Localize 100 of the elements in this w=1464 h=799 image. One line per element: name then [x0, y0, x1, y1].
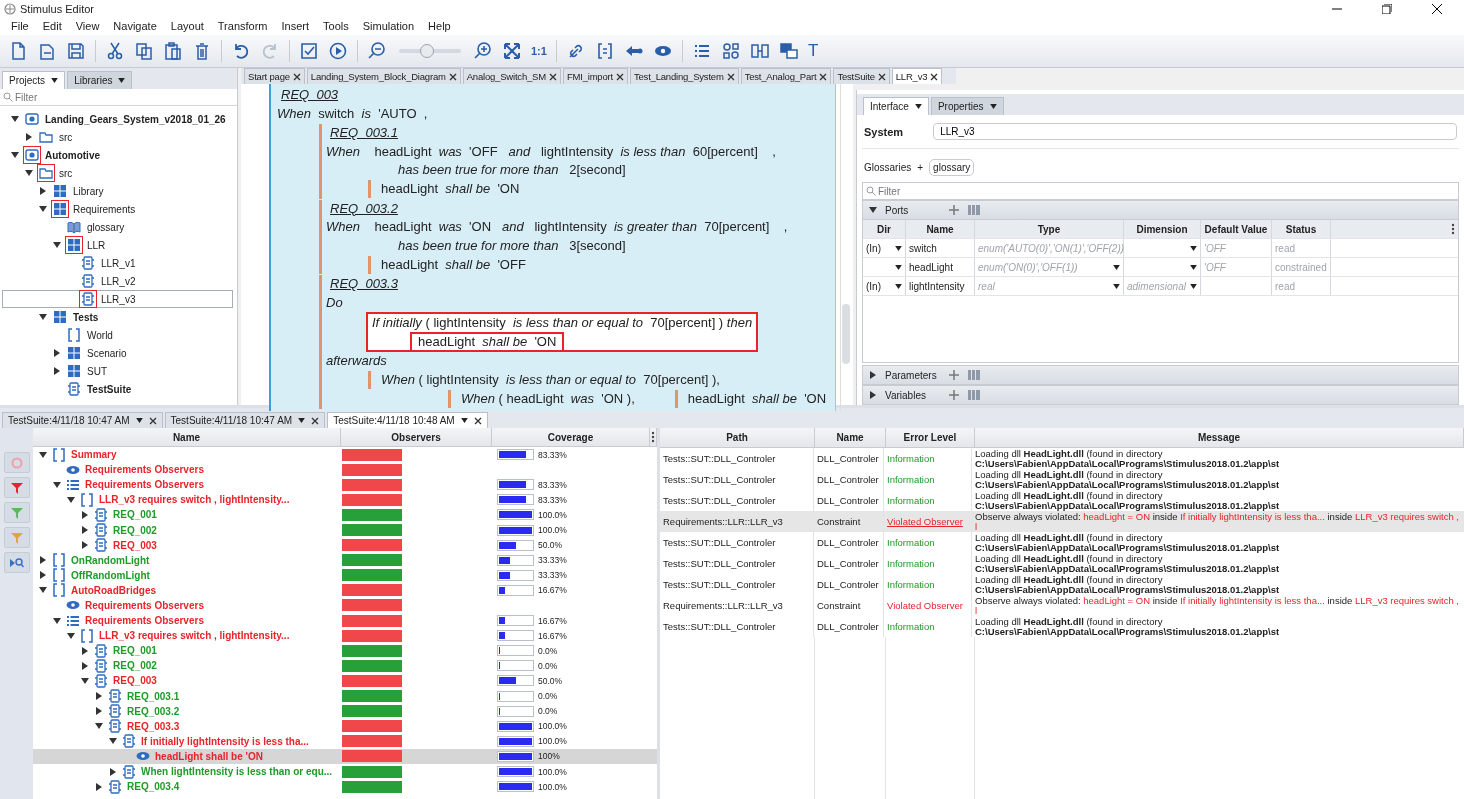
column-header[interactable]: Name — [815, 428, 886, 447]
zoom-out-icon[interactable] — [367, 41, 387, 61]
close-icon[interactable] — [615, 72, 624, 81]
expand-toggle[interactable] — [39, 205, 47, 213]
filter-field[interactable]: Filter — [0, 89, 237, 105]
column-header[interactable]: Name — [906, 220, 975, 238]
expand-toggle[interactable] — [53, 349, 61, 357]
expand-toggle[interactable] — [25, 169, 33, 177]
paste-icon[interactable] — [163, 41, 183, 61]
tree-row[interactable]: LLR_v2 — [2, 272, 233, 290]
expand-toggle[interactable] — [869, 206, 877, 214]
editor-tab[interactable]: FMI_import — [562, 68, 628, 84]
tree-row[interactable]: Library — [2, 182, 233, 200]
column-header[interactable]: Name — [33, 428, 341, 446]
zoom-in-icon[interactable] — [473, 41, 493, 61]
expand-toggle[interactable] — [95, 782, 103, 791]
menu-item[interactable]: Layout — [163, 20, 211, 32]
result-row[interactable]: REQ_003 50.0% — [33, 537, 657, 553]
column-header[interactable]: Status — [1272, 220, 1331, 238]
tree-row[interactable]: LLR_v3 — [2, 290, 233, 308]
text-tool-button[interactable]: T — [807, 41, 819, 61]
tree-row[interactable]: Scenario — [2, 344, 233, 362]
column-header[interactable]: Dir — [863, 220, 906, 238]
result-row[interactable]: REQ_003.3 100.0% — [33, 718, 657, 734]
fit-icon[interactable] — [502, 41, 522, 61]
checkbox-icon[interactable] — [299, 41, 319, 61]
column-header[interactable]: Dimension — [1124, 220, 1201, 238]
close-icon[interactable] — [726, 72, 735, 81]
panel-tab[interactable]: Properties — [930, 97, 1004, 115]
expand-toggle[interactable] — [81, 526, 89, 534]
close-icon[interactable] — [930, 72, 939, 81]
expand-toggle[interactable] — [81, 541, 89, 550]
copy-icon[interactable] — [134, 41, 154, 61]
save-icon[interactable] — [66, 41, 86, 61]
editor-tab[interactable]: Test_Landing_System — [629, 68, 739, 84]
section-header[interactable]: Ports — [862, 200, 1459, 220]
system-field[interactable]: LLR_v3 — [933, 123, 1457, 140]
expand-toggle[interactable] — [25, 133, 33, 141]
log-row[interactable]: Tests::SUT::DLL_Controler DLL_Controler Information Loading dll HeadLight.dll (found in directory C:\Users\Fabien\AppData\Local\Programs\Stimulus2018.01.2\app\st — [660, 553, 1464, 574]
expand-toggle[interactable] — [95, 692, 103, 701]
slider-thumb[interactable] — [419, 44, 434, 58]
result-row[interactable]: Requirements Observers 83.33% — [33, 477, 657, 493]
expand-toggle[interactable] — [39, 313, 47, 321]
result-row[interactable]: LLR_v3 requires switch , lightIntensity... 83.33% — [33, 492, 657, 508]
result-row[interactable]: REQ_003.2 0.0% — [33, 703, 657, 719]
log-row[interactable]: Tests::SUT::DLL_Controler DLL_Controler Information Loading dll HeadLight.dll (found in directory C:\Users\Fabien\AppData\Local\Programs\Stimulus2018.01.2\app\st — [660, 448, 1464, 469]
expand-toggle[interactable] — [67, 631, 75, 640]
cut-icon[interactable] — [105, 41, 125, 61]
close-icon[interactable] — [292, 72, 301, 81]
result-row[interactable]: headLight shall be 'ON 100% — [33, 748, 657, 764]
editor-tab[interactable]: LLR_v3 — [891, 68, 943, 84]
editor-tab[interactable]: Test_Analog_Part — [740, 68, 832, 84]
more-icon[interactable] — [1451, 223, 1455, 235]
log-row[interactable]: Tests::SUT::DLL_Controler DLL_Controler Information Loading dll HeadLight.dll (found in directory C:\Users\Fabien\AppData\Local\Programs\Stimulus2018.01.2\app\st — [660, 616, 1464, 637]
editor-tab[interactable]: Analog_Switch_SM — [462, 68, 561, 84]
result-row[interactable]: Requirements Observers — [33, 597, 657, 614]
menu-item[interactable]: File — [4, 20, 36, 32]
panel-tab[interactable]: Interface — [863, 97, 929, 115]
add-icon[interactable] — [949, 370, 959, 380]
windows-icon[interactable] — [778, 41, 799, 61]
more-icon[interactable] — [651, 431, 655, 443]
filter-field[interactable]: Filter — [863, 183, 1458, 199]
menu-item[interactable]: Edit — [35, 20, 69, 32]
tree-row[interactable]: src — [2, 164, 233, 182]
result-row[interactable]: REQ_003.4 100.0% — [33, 779, 657, 795]
expand-toggle[interactable] — [869, 391, 877, 399]
requirement-heading[interactable]: REQ_003.3 — [326, 275, 398, 294]
expand-toggle[interactable] — [39, 187, 47, 195]
tree-row[interactable]: SUT — [2, 362, 233, 380]
result-row[interactable]: AutoRoadBridges 16.67% — [33, 582, 657, 598]
requirement-heading[interactable]: REQ_003.1 — [326, 124, 398, 143]
menu-item[interactable]: Transform — [210, 20, 275, 32]
close-icon[interactable] — [473, 416, 482, 425]
result-row[interactable]: LLR_v3 requires switch , lightIntensity... 16.67% — [33, 628, 657, 644]
column-header[interactable]: Path — [660, 428, 815, 447]
tree-row[interactable]: TestSuite — [2, 380, 233, 398]
expand-toggle[interactable] — [67, 495, 75, 504]
expand-toggle[interactable] — [39, 571, 47, 580]
menu-item[interactable]: View — [68, 20, 107, 32]
result-row[interactable]: REQ_002 100.0% — [33, 522, 657, 538]
expand-toggle[interactable] — [81, 510, 89, 519]
menu-item[interactable]: Insert — [274, 20, 317, 32]
scrollbar[interactable] — [840, 84, 851, 411]
open-file-icon[interactable] — [37, 41, 57, 61]
column-header[interactable]: Message — [975, 428, 1464, 447]
close-icon[interactable] — [311, 416, 320, 425]
network-icon[interactable] — [720, 41, 741, 61]
requirement-heading[interactable]: REQ_003 — [277, 86, 339, 105]
close-icon[interactable] — [548, 72, 557, 81]
close-icon[interactable] — [819, 72, 828, 81]
expand-toggle[interactable] — [81, 676, 89, 685]
expand-toggle[interactable] — [39, 556, 47, 565]
results-tab[interactable]: TestSuite:4/11/18 10:47 AM — [2, 412, 163, 428]
expand-toggle[interactable] — [11, 151, 19, 159]
expand-toggle[interactable] — [869, 371, 877, 379]
diagram-icon[interactable] — [749, 41, 770, 61]
results-tab[interactable]: TestSuite:4/11/18 10:47 AM — [164, 412, 326, 428]
expand-toggle[interactable] — [39, 586, 47, 595]
result-row[interactable]: REQ_001 0.0% — [33, 643, 657, 659]
panel-tab[interactable]: Projects — [2, 71, 66, 89]
